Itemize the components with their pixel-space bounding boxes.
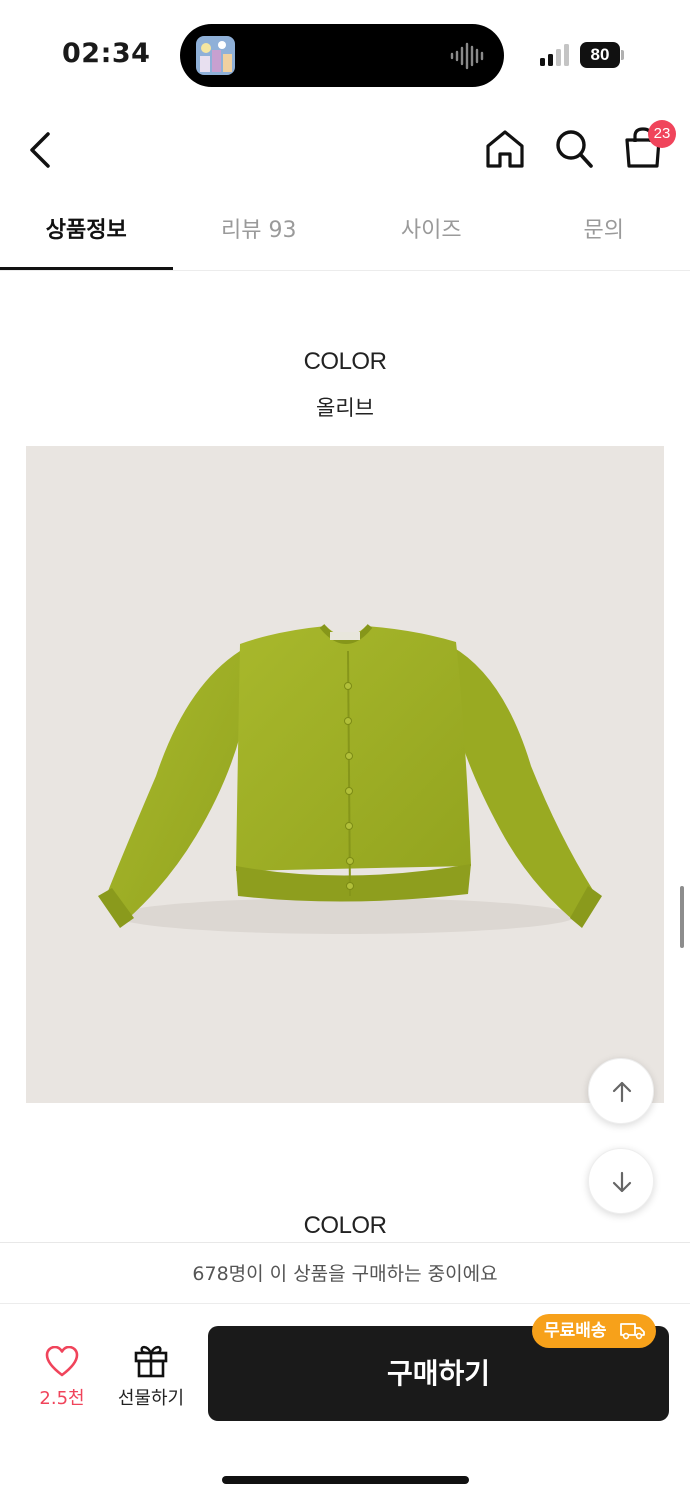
battery-level: 80 [580,42,620,68]
product-image [26,446,664,1103]
scroll-down-button[interactable] [588,1148,654,1214]
gift-button[interactable]: 선물하기 [112,1342,190,1414]
scroll-up-button[interactable] [588,1058,654,1124]
free-shipping-badge: 무료배송 [532,1314,656,1348]
chevron-left-icon [30,132,50,168]
tab-size[interactable]: 사이즈 [345,196,518,270]
now-playing-thumbnail [196,36,235,75]
home-indicator[interactable] [222,1476,469,1484]
cellular-signal-icon [540,44,572,66]
back-button[interactable] [22,126,62,174]
like-count: 2.5천 [39,1388,85,1409]
color-section-title-2: COLOR [303,1212,387,1239]
bottom-action-bar: 2.5천 선물하기 구매하기 무료배송 [0,1304,690,1500]
tab-reviews[interactable]: 리뷰 93 [173,196,346,270]
color-section-title: COLOR [303,348,387,375]
dynamic-island[interactable] [180,24,504,87]
gift-icon [134,1345,168,1378]
product-detail-content[interactable]: COLOR 올리브 COLOR [0,272,690,1242]
delivery-truck-icon [620,1323,645,1340]
search-icon [556,130,593,168]
scrollbar[interactable] [680,886,684,948]
status-time: 02:34 [62,38,151,69]
product-tabs: 상품정보 리뷰 93 사이즈 문의 [0,196,690,271]
free-shipping-label: 무료배송 [544,1321,607,1341]
status-bar: 02:34 80 [0,0,690,110]
tab-inquiry[interactable]: 문의 [518,196,690,270]
cart-count-badge: 23 [648,120,676,148]
home-icon [486,130,524,168]
audio-waveform-icon [450,42,486,70]
home-button[interactable] [482,126,528,172]
like-button[interactable]: 2.5천 [26,1344,98,1414]
top-navigation [0,110,690,190]
color-name: 올리브 [316,396,374,420]
tab-product-info[interactable]: 상품정보 [0,196,173,270]
battery-icon: 80 [580,42,624,68]
purchase-notice: 678명이 이 상품을 구매하는 중이에요 [0,1242,690,1304]
search-button[interactable] [552,126,596,172]
gift-label: 선물하기 [117,1388,185,1409]
heart-icon [45,1345,79,1377]
arrow-up-icon [612,1081,632,1103]
arrow-down-icon [612,1171,632,1193]
